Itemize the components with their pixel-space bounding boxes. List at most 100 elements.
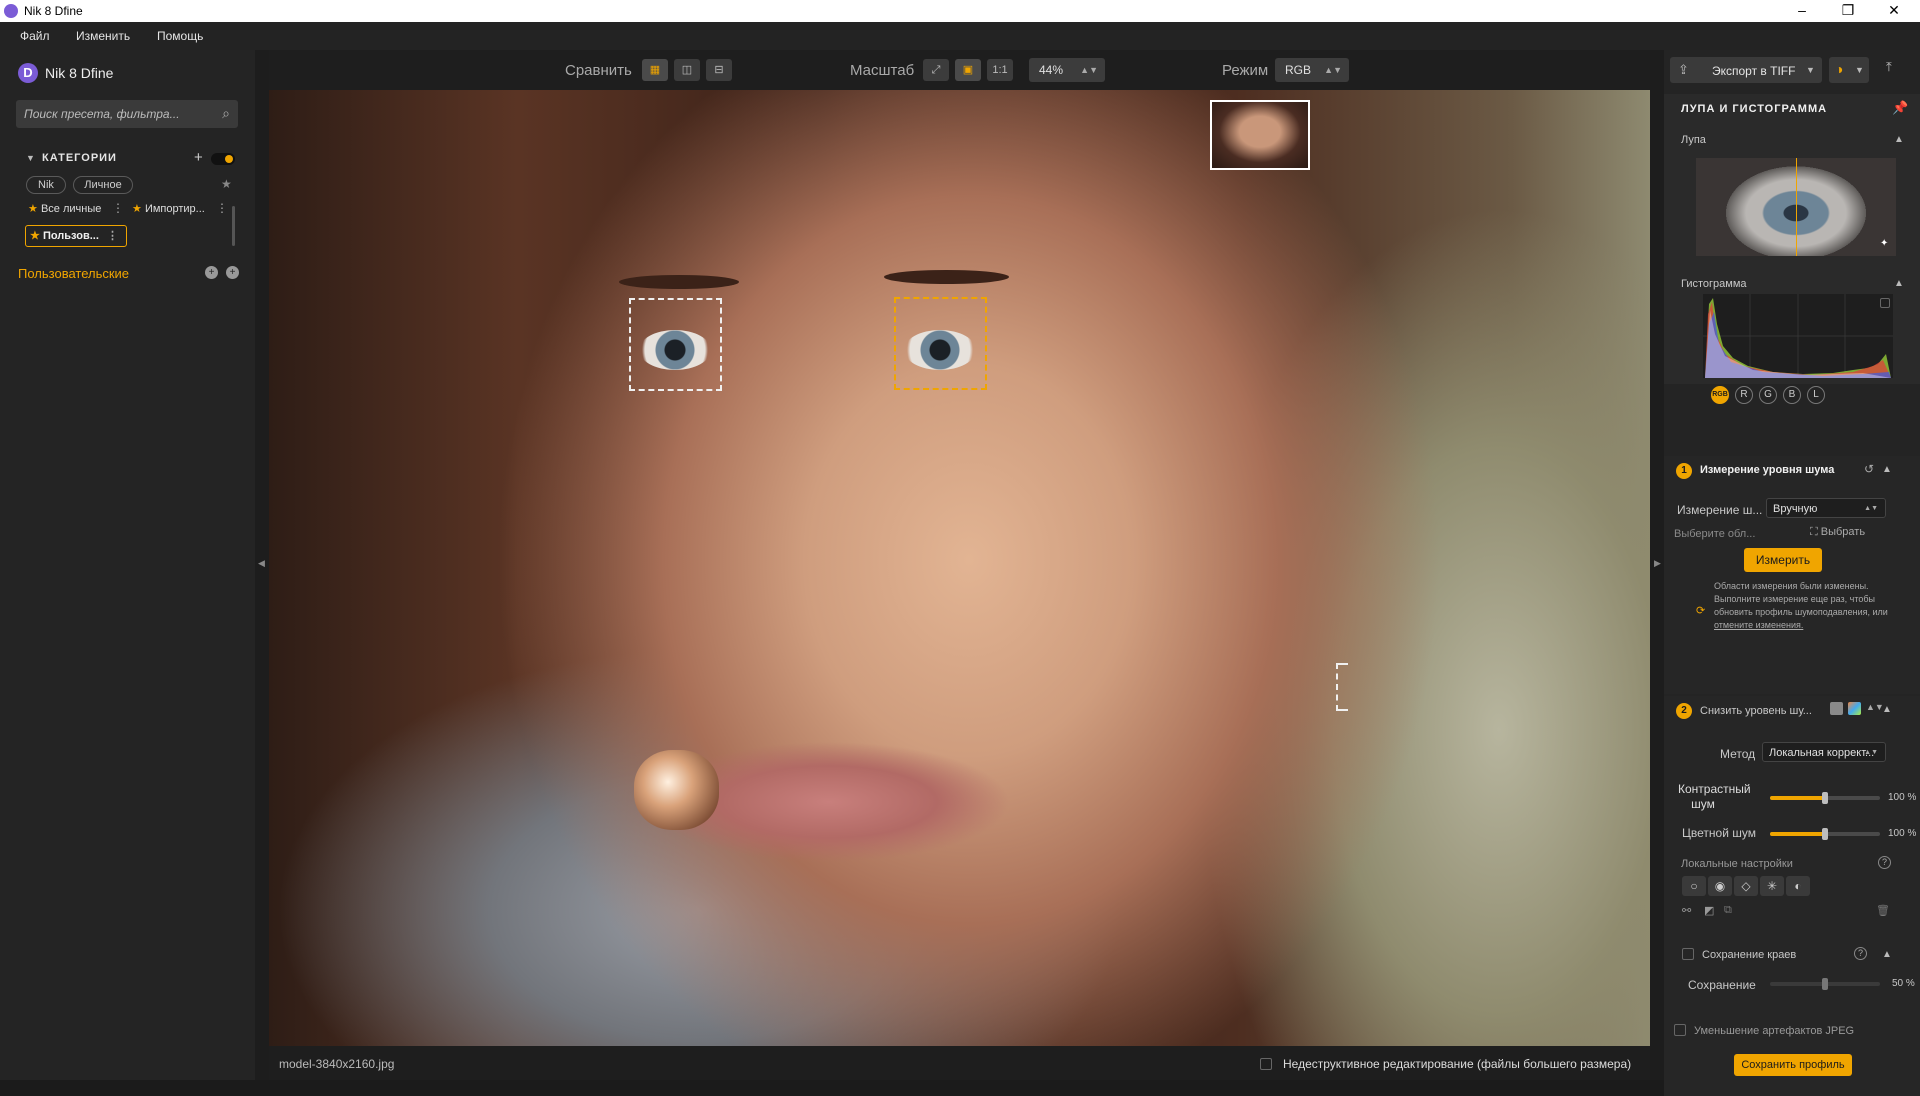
save-profile-button[interactable]: Сохранить профиль xyxy=(1734,1054,1852,1076)
favorite-icon[interactable]: ★ xyxy=(221,177,232,191)
jpeg-artifacts-checkbox[interactable] xyxy=(1674,1024,1686,1036)
mask-icon[interactable] xyxy=(1830,702,1843,715)
menu-file[interactable]: Файл xyxy=(20,29,50,43)
add-category-icon[interactable]: + xyxy=(194,149,203,166)
chevron-updown-icon: ▲▼ xyxy=(1324,65,1342,75)
select-button[interactable]: ⛶ Выбрать xyxy=(1810,526,1865,539)
preset-custom[interactable]: ★ Пользов... ⋮ xyxy=(25,225,127,247)
histogram-r-button[interactable]: R xyxy=(1735,386,1753,404)
chevron-up-icon[interactable]: ▲ xyxy=(1894,134,1904,145)
export-button[interactable]: ⇪ Экспорт в TIFF xyxy=(1670,57,1822,83)
right-panel-collapse-gutter[interactable]: ▶ xyxy=(1650,50,1664,1080)
histogram-rgb-button[interactable]: RGB xyxy=(1711,386,1729,404)
link-icon[interactable]: ⚯ xyxy=(1682,904,1691,917)
color-icon[interactable] xyxy=(1848,702,1861,715)
control-point-circle-button[interactable]: ○ xyxy=(1682,876,1706,896)
duplicate-icon[interactable]: ⧉ xyxy=(1724,904,1732,917)
preset-imported[interactable]: ★ Импортир... xyxy=(132,202,205,215)
chevron-up-icon[interactable]: ▲ xyxy=(1882,949,1892,960)
zoom-fill-button[interactable]: ▣ xyxy=(955,59,981,81)
edge-preserve-slider[interactable] xyxy=(1770,978,1880,990)
zoom-select[interactable]: 44% ▲▼ xyxy=(1029,58,1105,82)
preset-all-personal[interactable]: ★ Все личные xyxy=(28,202,101,215)
minimize-button[interactable]: – xyxy=(1780,0,1824,22)
chevron-down-icon[interactable]: ▼ xyxy=(26,153,35,163)
clipping-toggle[interactable] xyxy=(1880,298,1890,308)
export-dropdown-chevron-icon[interactable]: ▼ xyxy=(1806,57,1820,83)
add-preset-icon[interactable]: + xyxy=(205,266,218,279)
menu-edit[interactable]: Изменить xyxy=(76,29,130,43)
tab-personal[interactable]: Личное xyxy=(73,176,133,194)
scrollbar[interactable] xyxy=(232,206,235,246)
left-panel-collapse-gutter[interactable]: ◀ xyxy=(255,50,269,1080)
reset-icon[interactable]: ↺ xyxy=(1864,462,1874,476)
search-icon[interactable]: ⌕ xyxy=(222,105,230,122)
app-logo-icon xyxy=(4,4,18,18)
collapse-right-icon[interactable]: ▶ xyxy=(1654,558,1661,569)
histogram-l-button[interactable]: L xyxy=(1807,386,1825,404)
histogram-g-button[interactable]: G xyxy=(1759,386,1777,404)
loupe-view[interactable]: ✦ xyxy=(1696,158,1896,256)
control-point-eye-button[interactable]: ◉ xyxy=(1708,876,1732,896)
measure-method-select[interactable]: Вручную ▲▼ xyxy=(1766,498,1886,518)
pin-icon[interactable]: 📌 xyxy=(1892,100,1908,116)
collapse-top-icon[interactable]: ⤒ xyxy=(1886,59,1892,75)
show-mask-icon[interactable]: ◩ xyxy=(1704,904,1714,917)
left-panel: D Nik 8 Dfine Поиск пресета, фильтра... … xyxy=(0,50,255,1080)
app-name: Nik 8 Dfine xyxy=(45,65,114,81)
categories-toggle[interactable] xyxy=(211,153,235,165)
compare-split-button[interactable]: ◫ xyxy=(674,59,700,81)
close-button[interactable]: ✕ xyxy=(1872,0,1916,22)
loupe-histogram-section: ЛУПА И ГИСТОГРАММА 📌 Лупа ▲ ✦ Гистограмм… xyxy=(1664,94,1920,404)
zoom-fit-button[interactable]: ⤢ xyxy=(923,59,949,81)
help-icon[interactable]: ? xyxy=(1878,856,1891,869)
loupe-title: ЛУПА И ГИСТОГРАММА xyxy=(1681,103,1828,115)
more-icon[interactable]: ⋮ xyxy=(112,201,124,215)
edge-preserve-checkbox[interactable] xyxy=(1682,948,1694,960)
nondestructive-checkbox[interactable] xyxy=(1260,1058,1272,1070)
reduce-method-select[interactable]: Локальная коррект... ▲▼ xyxy=(1762,742,1886,762)
measure-area-1[interactable] xyxy=(629,298,722,391)
chevron-up-icon[interactable]: ▲ xyxy=(1882,464,1892,475)
measure-area-3[interactable] xyxy=(1336,663,1348,711)
measure-button[interactable]: Измерить xyxy=(1744,548,1822,572)
loupe-pin-icon[interactable]: ✦ xyxy=(1880,238,1888,249)
more-icon[interactable]: ⋮ xyxy=(216,201,228,215)
undo-changes-link[interactable]: отмените изменения. xyxy=(1714,620,1803,630)
search-input[interactable]: Поиск пресета, фильтра... xyxy=(24,107,180,121)
import-preset-icon[interactable]: + xyxy=(226,266,239,279)
navigator-thumbnail[interactable] xyxy=(1210,100,1310,170)
chevron-up-icon[interactable]: ▲ xyxy=(1894,278,1904,289)
more-icon[interactable]: ⋮ xyxy=(107,226,118,246)
select-area-hint: Выберите обл... xyxy=(1674,528,1756,540)
menu-bar: Файл Изменить Помощь xyxy=(0,22,1920,50)
local-settings-label: Локальные настройки xyxy=(1681,858,1793,870)
measure-area-2[interactable] xyxy=(894,297,987,390)
compare-side-button[interactable]: ⊟ xyxy=(706,59,732,81)
brush-button[interactable]: ✳ xyxy=(1760,876,1784,896)
zoom-1to1-button[interactable]: 1:1 xyxy=(987,59,1013,81)
contrast-noise-slider[interactable] xyxy=(1770,792,1880,804)
menu-help[interactable]: Помощь xyxy=(157,29,203,43)
loupe-split-line[interactable] xyxy=(1796,158,1797,256)
image-canvas[interactable]: ⁘ xyxy=(269,90,1650,1046)
search-box[interactable]: Поиск пресета, фильтра... ⌕ xyxy=(16,100,238,128)
polygon-lasso-button[interactable]: ◇ xyxy=(1734,876,1758,896)
compare-overlay-button[interactable]: ▦ xyxy=(642,59,668,81)
nik-collection-button[interactable]: ◑ ▼ xyxy=(1829,57,1869,83)
histogram-b-button[interactable]: B xyxy=(1783,386,1801,404)
color-noise-slider[interactable] xyxy=(1770,828,1880,840)
help-icon[interactable]: ? xyxy=(1854,947,1867,960)
star-icon: ★ xyxy=(30,230,40,242)
gradient-button[interactable]: ◐ xyxy=(1786,876,1810,896)
chevron-up-icon[interactable]: ▲ xyxy=(1882,704,1892,715)
tab-nik[interactable]: Nik xyxy=(26,176,66,194)
chevron-updown-icon: ▲▼ xyxy=(1864,505,1878,512)
contrast-noise-label: Контрастный шум xyxy=(1678,782,1751,811)
mode-select[interactable]: RGB ▲▼ xyxy=(1275,58,1349,82)
custom-category-label[interactable]: Пользовательские xyxy=(18,266,129,281)
collapse-left-icon[interactable]: ◀ xyxy=(258,558,265,569)
trash-icon[interactable]: 🗑 xyxy=(1876,904,1890,917)
maximize-button[interactable]: ❐ xyxy=(1826,0,1870,22)
method-label: Метод xyxy=(1720,747,1756,761)
